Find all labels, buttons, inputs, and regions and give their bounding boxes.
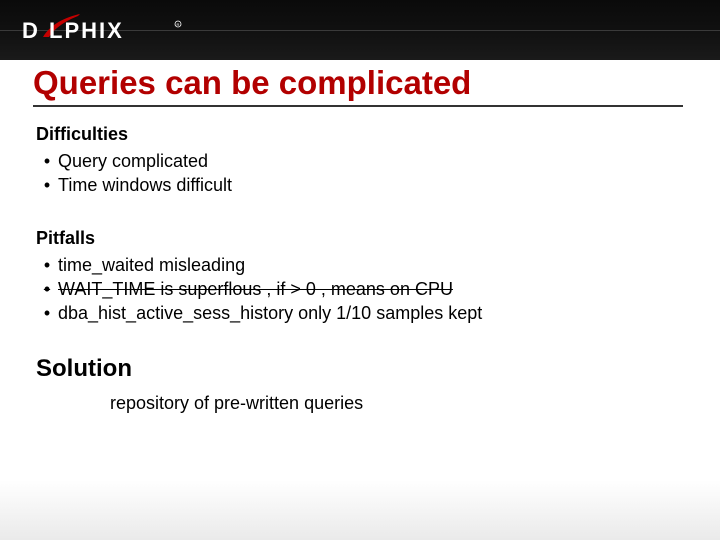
svg-text:D: D	[22, 18, 40, 43]
list-item-text: WAIT_TIME is superflous , if > 0 , means…	[58, 277, 453, 301]
list-pitfalls: •time_waited misleading •WAIT_TIME is su…	[36, 253, 676, 326]
solution-body: repository of pre-written queries	[110, 393, 676, 414]
list-item-text: Query complicated	[58, 149, 208, 173]
slide: D LPHIX R Queries can be complicated Dif…	[0, 0, 720, 540]
heading-pitfalls: Pitfalls	[36, 228, 676, 249]
list-item: •Query complicated	[36, 149, 676, 173]
slide-body: Difficulties •Query complicated •Time wi…	[36, 124, 676, 414]
heading-difficulties: Difficulties	[36, 124, 676, 145]
title-underline	[33, 105, 683, 107]
list-item: •Time windows difficult	[36, 173, 676, 197]
slide-title: Queries can be complicated	[33, 64, 471, 102]
list-difficulties: •Query complicated •Time windows difficu…	[36, 149, 676, 198]
svg-text:LPHIX: LPHIX	[49, 18, 124, 43]
footer-gradient	[0, 480, 720, 540]
list-item: •dba_hist_active_sess_history only 1/10 …	[36, 301, 676, 325]
list-item-text: dba_hist_active_sess_history only 1/10 s…	[58, 301, 482, 325]
brand-logo: D LPHIX R	[22, 0, 197, 60]
heading-solution: Solution	[36, 355, 676, 383]
list-item-text: time_waited misleading	[58, 253, 245, 277]
header-bar: D LPHIX R	[0, 0, 720, 60]
delphix-logo-icon: D LPHIX R	[22, 12, 197, 48]
svg-text:R: R	[177, 22, 180, 27]
list-item: •time_waited misleading	[36, 253, 676, 277]
list-item: •WAIT_TIME is superflous , if > 0 , mean…	[36, 277, 676, 301]
list-item-text: Time windows difficult	[58, 173, 232, 197]
section-solution: Solution repository of pre-written queri…	[36, 355, 676, 414]
